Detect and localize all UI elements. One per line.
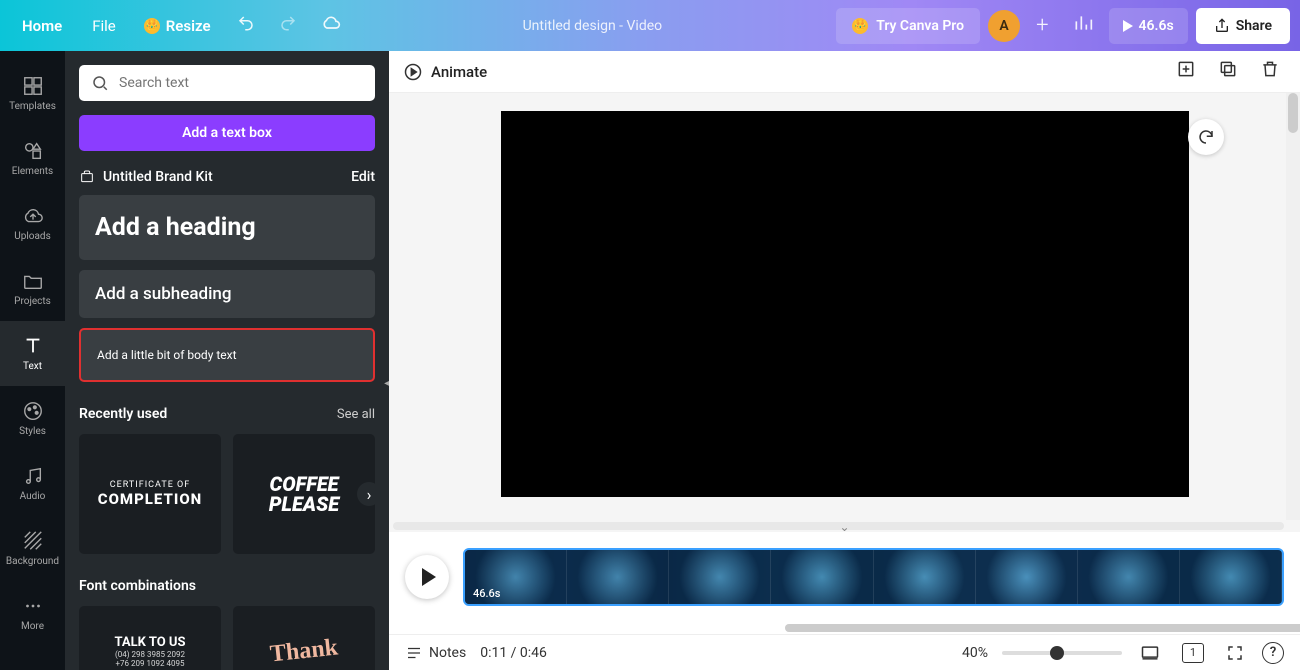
font-combo-talk-to-us[interactable]: TALK TO US (04) 298 3985 2092 +76 209 10… — [79, 606, 221, 670]
page-indicator[interactable]: 1 — [1178, 639, 1208, 667]
search-input[interactable] — [119, 75, 363, 91]
timeline: ⌄ 46.6s — [389, 532, 1300, 622]
canvas-area: ◀ Animate ⌄ 46.6s — [389, 51, 1300, 670]
share-label: Share — [1236, 18, 1272, 34]
view-mode-button[interactable] — [1136, 639, 1164, 667]
add-text-box-button[interactable]: Add a text box — [79, 115, 375, 151]
top-bar: Home File 👑 Resize Untitled design - Vid… — [0, 0, 1300, 51]
timeline-horizontal-scrollbar[interactable] — [389, 622, 1300, 634]
brand-kit-label: Untitled Brand Kit — [79, 169, 213, 185]
delete-button[interactable] — [1254, 53, 1286, 90]
play-icon — [1123, 20, 1133, 32]
redo-button[interactable] — [271, 6, 305, 45]
rail-uploads[interactable]: Uploads — [0, 191, 65, 256]
import-button[interactable] — [1170, 53, 1202, 90]
try-canva-pro-button[interactable]: 👑 Try Canva Pro — [836, 8, 980, 44]
rail-background[interactable]: Background — [0, 516, 65, 581]
font-combo-thank-you[interactable]: Thank — [233, 606, 375, 670]
rail-styles[interactable]: Styles — [0, 386, 65, 451]
try-pro-label: Try Canva Pro — [876, 18, 964, 34]
recently-used-heading: Recently used — [79, 406, 167, 422]
brand-kit-icon — [79, 169, 95, 185]
add-body-text-button[interactable]: Add a little bit of body text — [79, 328, 375, 382]
text-template-coffee[interactable]: COFFEE PLEASE — [233, 434, 375, 554]
timecode: 0:11 / 0:46 — [480, 645, 547, 661]
carousel-next-button[interactable]: › — [357, 482, 381, 506]
notes-icon — [405, 644, 423, 662]
video-clip[interactable]: 46.6s — [463, 548, 1284, 606]
resize-label: Resize — [166, 17, 211, 35]
add-heading-button[interactable]: Add a heading — [79, 195, 375, 260]
undo-button[interactable] — [229, 6, 263, 45]
clip-duration-label: 46.6s — [473, 587, 500, 600]
file-menu[interactable]: File — [82, 9, 126, 43]
timeline-play-button[interactable] — [405, 555, 449, 599]
timeline-collapse-button[interactable]: ⌄ — [839, 520, 849, 534]
crown-icon: 👑 — [144, 18, 160, 34]
crown-icon: 👑 — [852, 18, 868, 34]
rail-audio[interactable]: Audio — [0, 451, 65, 516]
search-box[interactable] — [79, 65, 375, 101]
duration-label: 46.6s — [1139, 18, 1174, 34]
refresh-button[interactable] — [1188, 119, 1224, 155]
zoom-level: 40% — [962, 645, 988, 661]
user-avatar[interactable]: A — [988, 10, 1020, 42]
notes-button[interactable]: Notes — [405, 644, 466, 662]
rail-templates[interactable]: Templates — [0, 61, 65, 126]
video-frame[interactable] — [501, 111, 1189, 497]
canvas-toolbar: Animate — [389, 51, 1300, 93]
see-all-link[interactable]: See all — [337, 407, 375, 422]
add-collaborator-button[interactable]: + — [1028, 5, 1056, 46]
bottom-bar: Notes 0:11 / 0:46 40% 1 ? — [389, 634, 1300, 670]
left-rail: Templates Elements Uploads Projects Text… — [0, 51, 65, 670]
play-duration-button[interactable]: 46.6s — [1109, 8, 1188, 44]
vertical-scrollbar[interactable] — [1286, 93, 1300, 520]
duplicate-button[interactable] — [1212, 53, 1244, 90]
animate-button[interactable]: Animate — [403, 62, 487, 82]
rail-text[interactable]: Text — [0, 321, 65, 386]
font-combinations-heading: Font combinations — [79, 578, 196, 594]
text-template-certificate[interactable]: CERTIFICATE OF COMPLETION — [79, 434, 221, 554]
zoom-slider[interactable] — [1002, 651, 1122, 655]
play-icon — [422, 568, 436, 586]
animate-icon — [403, 62, 423, 82]
refresh-icon — [1197, 128, 1215, 146]
search-icon — [91, 74, 109, 92]
rail-projects[interactable]: Projects — [0, 256, 65, 321]
insights-button[interactable] — [1065, 5, 1101, 46]
canvas-stage[interactable] — [389, 93, 1300, 520]
rail-elements[interactable]: Elements — [0, 126, 65, 191]
fullscreen-button[interactable] — [1222, 640, 1248, 666]
help-button[interactable]: ? — [1262, 642, 1284, 664]
document-title[interactable]: Untitled design - Video — [523, 18, 663, 34]
add-subheading-button[interactable]: Add a subheading — [79, 270, 375, 318]
brand-kit-edit[interactable]: Edit — [351, 169, 375, 185]
rail-more[interactable]: More — [0, 581, 65, 646]
resize-button[interactable]: 👑 Resize — [134, 9, 221, 43]
text-panel: Add a text box Untitled Brand Kit Edit A… — [65, 51, 389, 670]
home-button[interactable]: Home — [10, 9, 74, 43]
cloud-sync-icon[interactable] — [313, 5, 349, 46]
share-button[interactable]: Share — [1196, 8, 1290, 44]
